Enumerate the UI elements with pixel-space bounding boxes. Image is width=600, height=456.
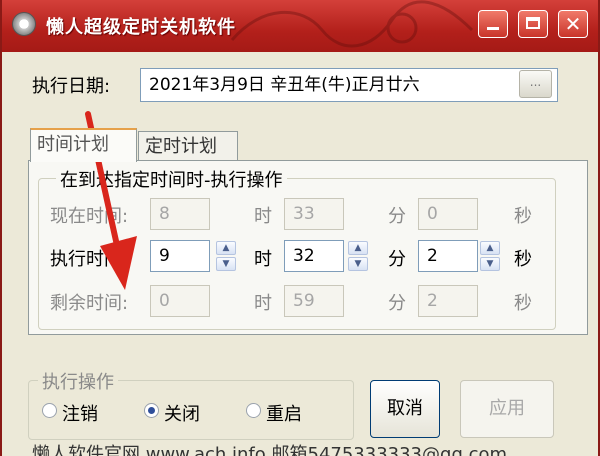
remaining-minute-field: 59 — [284, 285, 344, 317]
execute-minute-spinner[interactable]: ▲ ▼ — [348, 241, 368, 271]
second-unit: 秒 — [514, 249, 532, 270]
operation-group-legend: 执行操作 — [38, 368, 118, 394]
current-hour-field: 8 — [150, 198, 210, 230]
minute-unit: 分 — [388, 249, 406, 270]
remaining-second-field: 2 — [418, 285, 478, 317]
minute-unit: 分 — [388, 206, 406, 227]
current-second-field: 0 — [418, 198, 478, 230]
logoff-radio[interactable] — [42, 403, 57, 418]
remaining-hour-field: 0 — [150, 285, 210, 317]
close-icon: ✕ — [564, 12, 582, 36]
minimize-button[interactable] — [478, 10, 508, 38]
shutdown-radio[interactable] — [144, 403, 159, 418]
execute-second-input[interactable]: 2 — [418, 240, 478, 272]
maximize-icon — [526, 17, 540, 29]
cancel-button[interactable]: 取消 — [370, 380, 440, 438]
spin-up-icon[interactable]: ▲ — [348, 241, 368, 255]
date-picker-button[interactable]: ... — [519, 70, 552, 98]
execute-second-spinner[interactable]: ▲ ▼ — [480, 241, 500, 271]
execute-hour-spinner[interactable]: ▲ ▼ — [216, 241, 236, 271]
spin-down-icon[interactable]: ▼ — [216, 257, 236, 271]
execute-time-label: 执行时间: — [50, 249, 129, 270]
app-window: 懒人超级定时关机软件 ✕ 执行日期: 2021年3月9日 辛丑年(牛)正月廿六 … — [0, 0, 600, 456]
minute-unit: 分 — [388, 293, 406, 314]
hour-unit: 时 — [254, 249, 272, 270]
tab-scheduled-plan[interactable]: 定时计划 — [138, 131, 238, 163]
execute-minute-input[interactable]: 32 — [284, 240, 344, 272]
window-title: 懒人超级定时关机软件 — [46, 17, 236, 38]
title-ornament — [230, 0, 474, 48]
hour-unit: 时 — [254, 293, 272, 314]
date-field[interactable]: 2021年3月9日 辛丑年(牛)正月廿六 — [140, 68, 558, 102]
current-time-label: 现在时间: — [50, 206, 129, 227]
app-icon — [12, 12, 36, 36]
maximize-button[interactable] — [518, 10, 548, 38]
date-label: 执行日期: — [32, 76, 111, 97]
spin-down-icon[interactable]: ▼ — [348, 257, 368, 271]
shutdown-label[interactable]: 关闭 — [164, 400, 200, 426]
restart-radio[interactable] — [246, 403, 261, 418]
spin-up-icon[interactable]: ▲ — [480, 241, 500, 255]
title-bar[interactable]: 懒人超级定时关机软件 ✕ — [2, 0, 598, 52]
remaining-time-label: 剩余时间: — [50, 293, 129, 314]
restart-label[interactable]: 重启 — [266, 400, 302, 426]
apply-button: 应用 — [460, 380, 554, 438]
minimize-icon — [487, 27, 499, 30]
spin-down-icon[interactable]: ▼ — [480, 257, 500, 271]
execute-hour-input[interactable]: 9 — [150, 240, 210, 272]
second-unit: 秒 — [514, 293, 532, 314]
footer-text: 懒人软件官网 www.ach.info 邮箱5475333333@qq.com — [32, 444, 508, 456]
logoff-label[interactable]: 注销 — [62, 400, 98, 426]
current-minute-field: 33 — [284, 198, 344, 230]
spin-up-icon[interactable]: ▲ — [216, 241, 236, 255]
hour-unit: 时 — [254, 206, 272, 227]
second-unit: 秒 — [514, 206, 532, 227]
schedule-group-legend: 在到达指定时间时-执行操作 — [56, 166, 287, 192]
tab-time-plan[interactable]: 时间计划 — [30, 128, 137, 162]
close-button[interactable]: ✕ — [558, 10, 588, 38]
